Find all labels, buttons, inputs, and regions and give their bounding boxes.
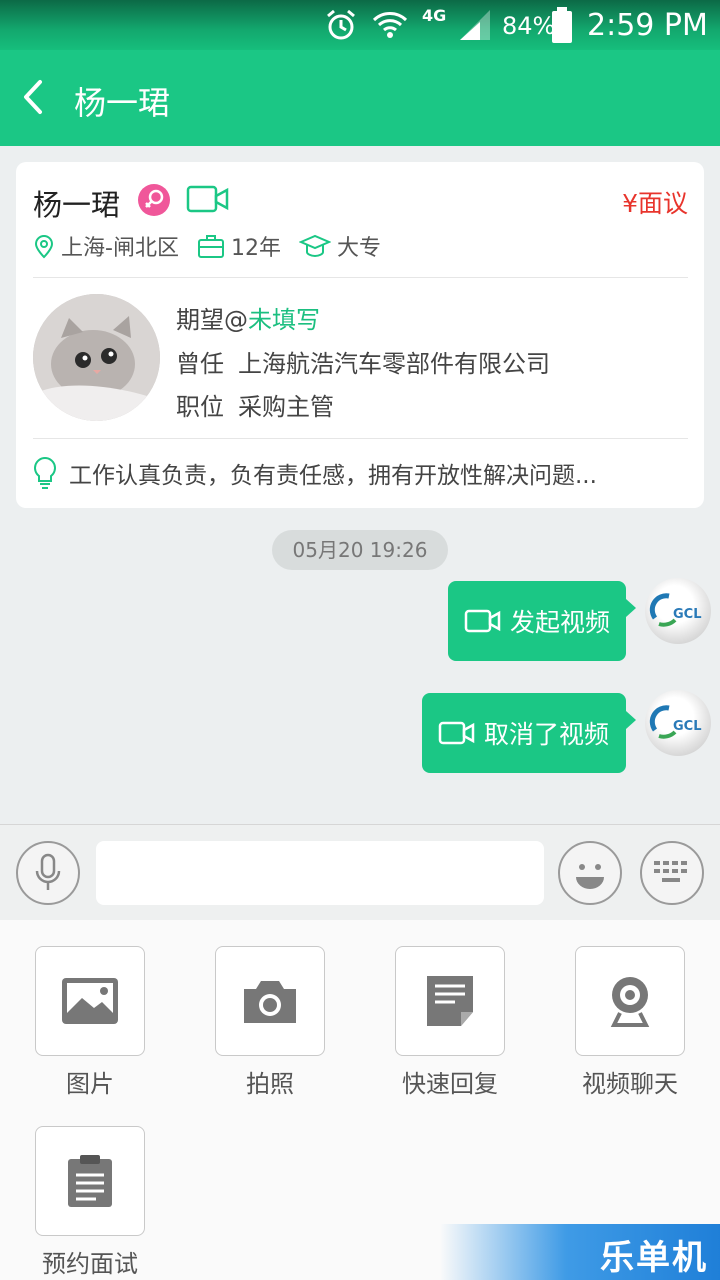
previous-company-line: 曾任 上海航浩汽车零部件有限公司 bbox=[176, 344, 550, 379]
summary-row: 工作认真负责，负有责任感，拥有开放性解决问题... bbox=[33, 454, 688, 492]
video-icon bbox=[186, 185, 229, 213]
tool-schedule-interview[interactable]: 预约面试 bbox=[20, 1126, 160, 1279]
message-text: 取消了视频 bbox=[484, 720, 610, 749]
camera-icon bbox=[244, 981, 296, 1023]
tool-quick-reply[interactable]: 快速回复 bbox=[380, 946, 520, 1099]
tool-video-chat[interactable]: 视频聊天 bbox=[560, 946, 700, 1099]
battery-icon bbox=[552, 7, 572, 43]
watermark-text: 乐单机 bbox=[600, 1238, 708, 1278]
user-avatar[interactable]: GCL bbox=[645, 690, 711, 756]
signal-icon bbox=[460, 10, 490, 40]
gcl-logo: GCL bbox=[649, 593, 702, 627]
candidate-name: 杨一珺 bbox=[33, 188, 121, 222]
watermark: 乐单机 bbox=[440, 1224, 720, 1280]
chevron-left-icon bbox=[24, 80, 42, 114]
tool-image[interactable]: 图片 bbox=[20, 946, 160, 1099]
video-icon bbox=[464, 609, 501, 633]
smiley-icon bbox=[576, 864, 604, 889]
expectation-line: 期望@未填写 bbox=[176, 300, 320, 335]
image-icon bbox=[62, 978, 118, 1024]
webcam-icon bbox=[610, 977, 650, 1027]
page-title: 杨一珺 bbox=[74, 84, 171, 122]
briefcase-icon bbox=[197, 235, 224, 258]
female-icon bbox=[138, 184, 170, 216]
alarm-icon bbox=[327, 9, 355, 40]
education: 大专 bbox=[336, 236, 381, 261]
quick-reply-icon bbox=[427, 976, 473, 1026]
clipboard-icon bbox=[68, 1155, 112, 1207]
battery-percent: 84% bbox=[502, 12, 556, 40]
input-bar bbox=[0, 824, 720, 920]
user-avatar[interactable]: GCL bbox=[645, 578, 711, 644]
emoji-button[interactable] bbox=[558, 841, 622, 905]
app-header: 杨一珺 bbox=[0, 50, 720, 146]
clock: 2:59 PM bbox=[587, 8, 708, 43]
location-icon bbox=[34, 235, 54, 259]
tool-icon-box bbox=[215, 946, 325, 1056]
logo-text: GCL bbox=[673, 607, 702, 622]
position-line: 职位 采购主管 bbox=[176, 387, 334, 422]
meta-row: 上海-闸北区 12年 大专 bbox=[33, 230, 399, 262]
keyboard-icon bbox=[654, 861, 687, 882]
status-bar: 4G 84% 2:59 PM bbox=[0, 0, 720, 50]
tool-label: 视频聊天 bbox=[582, 1070, 678, 1098]
message-input[interactable] bbox=[96, 841, 544, 905]
tool-icon-box bbox=[35, 1126, 145, 1236]
tool-label: 图片 bbox=[66, 1070, 114, 1098]
keyboard-button[interactable] bbox=[640, 841, 704, 905]
tool-label: 快速回复 bbox=[402, 1070, 498, 1098]
lightbulb-icon bbox=[34, 456, 56, 489]
message-bubble[interactable]: 取消了视频 bbox=[422, 693, 636, 773]
tool-icon-box bbox=[35, 946, 145, 1056]
previous-company-label: 曾任 bbox=[176, 350, 224, 378]
cat-photo bbox=[33, 294, 160, 421]
message-text: 发起视频 bbox=[510, 608, 611, 637]
gcl-logo: GCL bbox=[649, 705, 702, 739]
chat-timestamp: 05月20 19:26 bbox=[272, 530, 448, 570]
position: 采购主管 bbox=[238, 393, 334, 421]
location: 上海-闸北区 bbox=[61, 236, 179, 261]
salary: ¥面议 bbox=[622, 189, 688, 218]
tool-icon-box bbox=[395, 946, 505, 1056]
previous-company: 上海航浩汽车零部件有限公司 bbox=[238, 350, 550, 378]
back-button[interactable] bbox=[10, 72, 60, 122]
message-bubble[interactable]: 发起视频 bbox=[448, 581, 636, 661]
divider bbox=[33, 277, 688, 278]
tool-camera[interactable]: 拍照 bbox=[200, 946, 340, 1099]
wifi-icon bbox=[372, 12, 408, 38]
microphone-icon bbox=[35, 853, 61, 890]
tool-label: 预约面试 bbox=[42, 1250, 138, 1278]
network-type: 4G bbox=[422, 6, 447, 25]
expectation-value: 未填写 bbox=[248, 306, 320, 334]
divider bbox=[33, 438, 688, 439]
candidate-avatar bbox=[33, 294, 160, 421]
logo-text: GCL bbox=[673, 719, 702, 734]
expectation-label: 期望@ bbox=[176, 306, 248, 334]
position-label: 职位 bbox=[176, 393, 224, 421]
summary-text: 工作认真负责，负有责任感，拥有开放性解决问题... bbox=[69, 463, 597, 489]
tool-icon-box bbox=[575, 946, 685, 1056]
experience-years: 12年 bbox=[230, 236, 281, 261]
video-icon bbox=[438, 721, 475, 745]
resume-card[interactable]: 杨一珺 ¥面议 上海-闸北区 12年 大专 期望@未填写 曾任 上海航浩汽车零部… bbox=[16, 162, 704, 508]
graduation-cap-icon bbox=[298, 234, 331, 258]
voice-button[interactable] bbox=[16, 841, 80, 905]
tool-label: 拍照 bbox=[246, 1070, 294, 1098]
